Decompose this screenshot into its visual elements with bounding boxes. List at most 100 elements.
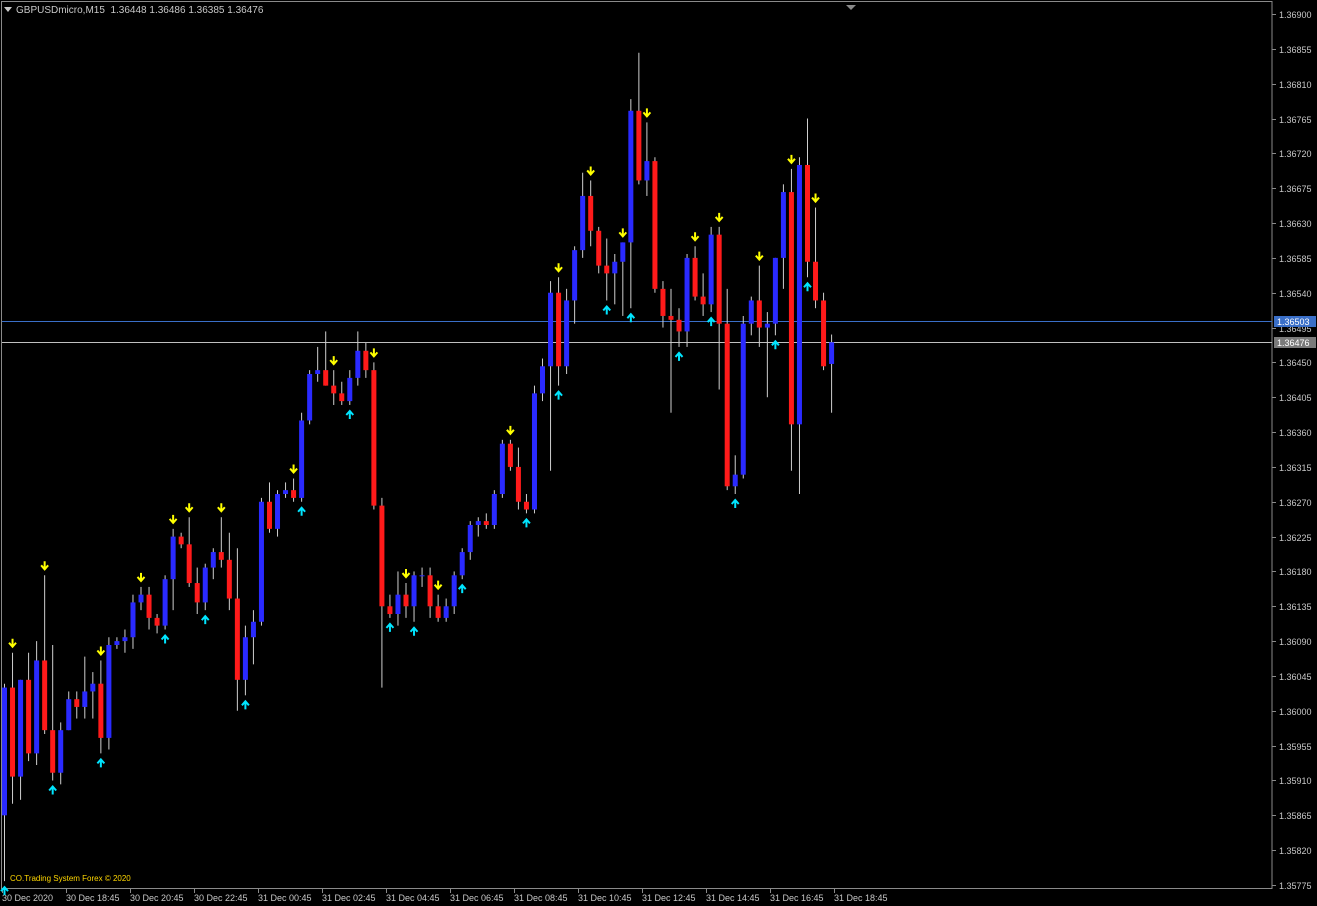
bear-candle[interactable] [42, 660, 48, 731]
bull-candle[interactable] [299, 420, 305, 498]
bull-candle[interactable] [106, 644, 112, 738]
bull-candle[interactable] [2, 687, 7, 816]
bull-candle[interactable] [572, 250, 578, 301]
bull-candle[interactable] [540, 366, 546, 394]
chart-window[interactable]: 1.36900 1.36855 1.36810 1.36765 1.36720 1.366… [0, 0, 1317, 906]
bull-candle[interactable] [130, 602, 136, 638]
bull-candle[interactable] [451, 575, 457, 607]
bull-candle[interactable] [419, 575, 425, 577]
bull-candle[interactable] [90, 683, 96, 692]
bull-candle[interactable] [18, 679, 24, 777]
bull-candle[interactable] [780, 192, 786, 258]
bull-candle[interactable] [250, 621, 256, 638]
bear-candle[interactable] [788, 192, 794, 425]
bull-candle[interactable] [684, 257, 690, 332]
bear-candle[interactable] [10, 687, 16, 777]
bear-candle[interactable] [339, 393, 345, 402]
bear-candle[interactable] [194, 583, 200, 603]
bear-candle[interactable] [604, 265, 610, 274]
bear-candle[interactable] [716, 234, 722, 324]
bear-candle[interactable] [435, 606, 441, 618]
bull-candle[interactable] [82, 691, 88, 707]
bear-candle[interactable] [660, 288, 666, 316]
bear-candle[interactable] [507, 443, 513, 467]
bear-candle[interactable] [371, 370, 377, 506]
bull-candle[interactable] [748, 300, 754, 324]
bull-candle[interactable] [114, 641, 120, 645]
bull-candle[interactable] [411, 575, 417, 607]
bull-candle[interactable] [829, 342, 835, 364]
bear-candle[interactable] [226, 559, 232, 599]
bull-candle[interactable] [796, 164, 802, 425]
bear-candle[interactable] [483, 521, 489, 525]
bull-candle[interactable] [628, 110, 634, 243]
bull-candle[interactable] [258, 501, 264, 622]
bear-candle[interactable] [98, 683, 104, 738]
price-chart[interactable]: 1.36900 1.36855 1.36810 1.36765 1.36720 1.366… [0, 0, 1317, 906]
bear-candle[interactable] [178, 536, 184, 545]
bear-candle[interactable] [50, 730, 56, 773]
bear-candle[interactable] [363, 350, 369, 371]
bear-candle[interactable] [291, 490, 297, 498]
bear-candle[interactable] [821, 300, 827, 367]
bear-candle[interactable] [379, 505, 385, 607]
bear-candle[interactable] [403, 594, 409, 607]
bull-candle[interactable] [580, 195, 586, 251]
bull-candle[interactable] [355, 350, 361, 378]
bear-candle[interactable] [154, 617, 160, 626]
bear-candle[interactable] [652, 161, 658, 289]
bear-candle[interactable] [146, 594, 152, 618]
bear-candle[interactable] [323, 370, 329, 386]
bull-candle[interactable] [443, 606, 449, 618]
bear-candle[interactable] [74, 699, 80, 707]
bear-candle[interactable] [596, 230, 602, 266]
bull-candle[interactable] [275, 494, 281, 529]
bear-candle[interactable] [331, 385, 337, 394]
bear-candle[interactable] [387, 606, 393, 615]
bear-candle[interactable] [234, 598, 240, 680]
bear-candle[interactable] [588, 195, 594, 231]
bull-candle[interactable] [732, 474, 738, 487]
bull-candle[interactable] [764, 323, 770, 328]
bull-candle[interactable] [740, 323, 746, 475]
bull-candle[interactable] [347, 377, 353, 402]
bull-candle[interactable] [242, 637, 248, 680]
bull-candle[interactable] [34, 660, 40, 754]
bull-candle[interactable] [620, 242, 626, 262]
bull-candle[interactable] [612, 261, 618, 274]
bear-candle[interactable] [186, 544, 192, 584]
bear-candle[interactable] [668, 315, 674, 320]
bull-candle[interactable] [58, 730, 64, 773]
bear-candle[interactable] [427, 575, 433, 607]
bear-candle[interactable] [805, 164, 810, 262]
bull-candle[interactable] [210, 552, 216, 568]
bear-candle[interactable] [813, 261, 819, 301]
bear-candle[interactable] [692, 257, 698, 297]
bull-candle[interactable] [467, 524, 473, 553]
bear-candle[interactable] [26, 679, 32, 754]
bull-candle[interactable] [564, 300, 570, 367]
bull-candle[interactable] [170, 536, 176, 580]
bull-candle[interactable] [395, 594, 401, 615]
bull-candle[interactable] [66, 699, 72, 731]
bull-candle[interactable] [708, 234, 714, 305]
shift-marker-icon[interactable] [846, 5, 856, 10]
bull-candle[interactable] [772, 257, 778, 324]
bear-candle[interactable] [523, 501, 529, 510]
bull-candle[interactable] [475, 521, 481, 525]
triangle-down-icon[interactable] [4, 7, 12, 12]
bull-candle[interactable] [531, 393, 537, 510]
bull-candle[interactable] [138, 594, 144, 603]
bull-candle[interactable] [491, 494, 497, 525]
bear-candle[interactable] [700, 296, 706, 305]
bull-candle[interactable] [459, 552, 465, 576]
bull-candle[interactable] [644, 161, 650, 181]
bull-candle[interactable] [548, 292, 554, 367]
bull-candle[interactable] [162, 579, 168, 626]
bear-candle[interactable] [515, 466, 521, 502]
bull-candle[interactable] [499, 443, 505, 495]
bear-candle[interactable] [636, 110, 642, 181]
bull-candle[interactable] [283, 490, 289, 495]
bear-candle[interactable] [218, 552, 224, 560]
bear-candle[interactable] [676, 319, 682, 332]
